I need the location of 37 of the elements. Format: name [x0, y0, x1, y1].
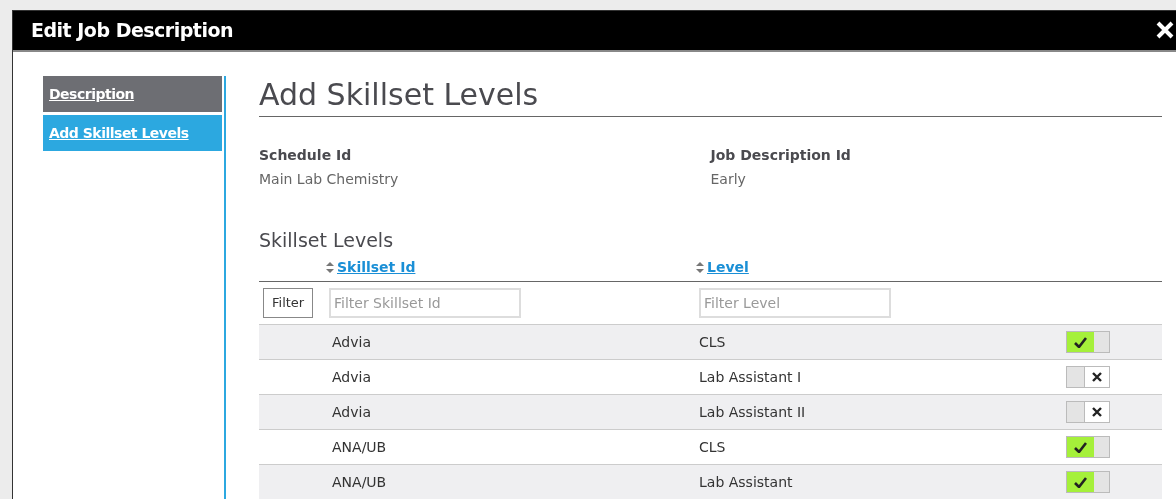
toggle-switch[interactable] — [1066, 471, 1110, 493]
table-cell-text: ANA/UB — [332, 437, 388, 457]
table-cell-text: Lab Assistant II — [699, 402, 807, 422]
table-cell-text: Lab Assistant — [699, 472, 794, 492]
cross-icon — [1092, 372, 1102, 382]
check-icon — [1074, 476, 1087, 488]
table-cell-text: Advia — [332, 332, 372, 352]
sort-icon — [696, 262, 704, 273]
table-cell-text: Lab Assistant I — [699, 367, 803, 387]
sort-icon — [326, 262, 334, 273]
section-title: Skillset Levels — [259, 227, 395, 253]
page-heading: Add Skillset Levels — [259, 75, 1162, 117]
column-header-link[interactable]: Skillset Id — [337, 257, 416, 278]
filter-field[interactable]: Filter Level — [699, 288, 891, 318]
toggle-switch[interactable] — [1066, 436, 1110, 458]
field-value: Main Lab Chemistry — [259, 169, 399, 189]
cross-icon — [1092, 407, 1102, 417]
toggle-switch[interactable] — [1066, 401, 1110, 423]
sidebar-item[interactable]: Description — [43, 75, 222, 112]
window-title: Edit Job Description — [31, 18, 233, 43]
filter-field[interactable]: Filter Skillset Id — [329, 288, 521, 318]
column-header-link[interactable]: Level — [707, 257, 749, 278]
table-cell-text: ANA/UB — [332, 472, 388, 492]
toggle-switch[interactable] — [1066, 331, 1110, 353]
close-icon[interactable] — [1156, 21, 1174, 40]
table-cell-text: CLS — [699, 437, 727, 457]
table-cell-text: CLS — [699, 332, 727, 352]
sidebar-item[interactable]: Add Skillset Levels — [43, 114, 222, 151]
table-cell-text: Advia — [332, 402, 372, 422]
toggle-switch[interactable] — [1066, 366, 1110, 388]
check-icon — [1074, 336, 1087, 348]
table-cell-text: Advia — [332, 367, 372, 387]
check-icon — [1074, 441, 1087, 453]
field-label: Job Description Id — [710, 145, 851, 165]
field-label: Schedule Id — [259, 145, 352, 165]
filter-button[interactable]: Filter — [263, 288, 314, 318]
field-value: Early — [710, 169, 746, 189]
